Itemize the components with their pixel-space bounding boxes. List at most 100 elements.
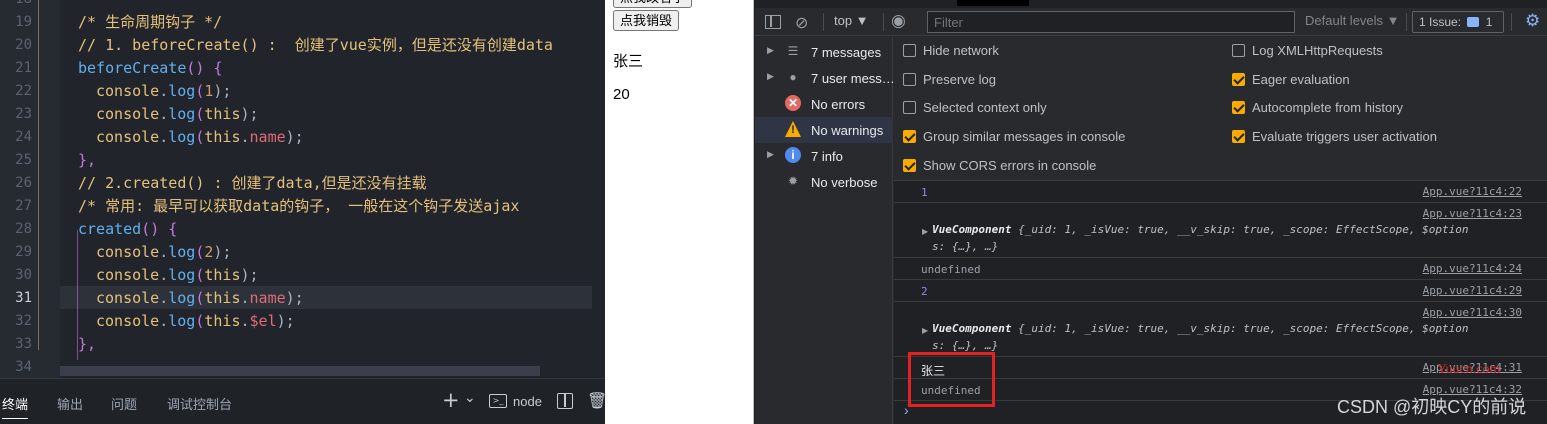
code-line[interactable]: console.log(this);	[96, 264, 259, 287]
issues-button[interactable]: 1 Issue: 1	[1412, 11, 1504, 33]
object-preview[interactable]: VueComponent {_uid: 1, _isVue: true, __v…	[932, 223, 1468, 236]
tab-terminal[interactable]: 终端	[2, 394, 29, 419]
code-line[interactable]: // 2.created() : 创建了data,但是还没有挂载	[78, 172, 427, 195]
code-line[interactable]: console.log(2);	[96, 241, 231, 264]
object-type: VueComponent	[932, 223, 1012, 236]
setting-label: Group similar messages in console	[923, 129, 1126, 145]
source-link[interactable]: App.vue?11c4:29	[1423, 284, 1522, 297]
code-line[interactable]: /* 生命周期钩子 */	[78, 11, 222, 34]
gear-icon[interactable]: ⚙	[1525, 11, 1540, 31]
setting-preserve-log[interactable]: Preserve log	[903, 72, 996, 87]
tab-problems[interactable]: 问题	[111, 394, 137, 413]
code-token: );	[213, 243, 232, 261]
tab-output[interactable]: 输出	[57, 394, 83, 413]
console-toolbar: ⊘ top ▼ ◉ Default levels ▼ 1 Issue: 1 ⚙	[755, 8, 1547, 36]
checkbox[interactable]	[903, 158, 916, 172]
code-line[interactable]: console.log(this.name);	[96, 126, 304, 149]
line-number: 29	[15, 244, 32, 260]
sidebar-item-user[interactable]: ▶ ● 7 user mess…	[755, 65, 895, 91]
code-token: .	[159, 128, 169, 146]
setting-selected-context-only[interactable]: Selected context only	[903, 100, 1047, 115]
filter-input[interactable]	[927, 11, 1295, 33]
code-token: console	[96, 128, 160, 146]
code-line[interactable]: console.log(this.$el);	[96, 310, 295, 333]
bug-icon: ✹	[787, 174, 799, 188]
line-number: 34	[15, 359, 32, 375]
setting-eager-evaluation[interactable]: Eager evaluation	[1232, 72, 1350, 87]
code-line[interactable]: console.log(this.name);	[96, 287, 304, 310]
horizontal-scrollbar[interactable]	[60, 366, 540, 376]
expand-arrow-icon[interactable]: ▶	[922, 227, 928, 236]
code-line[interactable]: created() {	[78, 218, 177, 241]
code-token: log	[168, 312, 196, 330]
code-area[interactable]: /* 生命周期钩子 */ // 1. beforeCreate() : 创建了vu…	[60, 0, 605, 378]
setting-group-similar-messages-in-console[interactable]: Group similar messages in console	[903, 129, 1125, 144]
code-token: name	[249, 289, 286, 307]
console-message[interactable]: App.vue?11c4:24 undefined	[894, 258, 1547, 280]
checkbox[interactable]	[903, 130, 916, 144]
chevron-down-icon[interactable]: ⌄	[464, 390, 476, 406]
console-message[interactable]: App.vue?11c4:22 1	[894, 181, 1547, 203]
code-line[interactable]: },	[78, 333, 96, 356]
console-message[interactable]: App.vue?11c4:29 2	[894, 280, 1547, 302]
setting-label: Preserve log	[923, 71, 996, 87]
code-token: log	[168, 82, 196, 100]
setting-evaluate-triggers-user-activation[interactable]: Evaluate triggers user activation	[1232, 129, 1437, 144]
code-line[interactable]: },	[78, 149, 96, 172]
checkbox[interactable]	[903, 72, 916, 86]
context-selector[interactable]: top ▼	[834, 13, 869, 28]
source-link[interactable]: App.vue?11c4:22	[1423, 185, 1522, 198]
checkbox[interactable]	[1232, 130, 1245, 144]
setting-label: Selected context only	[923, 100, 1047, 116]
checkbox[interactable]	[1232, 72, 1245, 86]
code-token: () {	[141, 220, 178, 238]
split-terminal-icon[interactable]	[557, 393, 573, 409]
code-token: $el	[249, 312, 277, 330]
code-token: },	[78, 151, 97, 169]
code-line[interactable]: beforeCreate() {	[78, 57, 223, 80]
checkbox[interactable]	[1232, 44, 1245, 57]
line-number: 21	[15, 60, 32, 76]
console-message[interactable]: App.vue?11c4:30 ▶ VueComponent {_uid: 1, _…	[894, 302, 1547, 357]
code-line[interactable]: /* 常用: 最早可以获取data的钩子， 一般在这个钩子发送ajax	[78, 195, 519, 218]
add-terminal-icon[interactable]: +	[442, 388, 460, 412]
destroy-button[interactable]: 点我销毁	[613, 10, 680, 31]
setting-label: Eager evaluation	[1252, 71, 1350, 87]
setting-show-cors-errors-in-console[interactable]: Show CORS errors in console	[903, 158, 1096, 173]
code-line[interactable]: console.log(1);	[96, 80, 231, 103]
checkbox[interactable]	[903, 101, 916, 115]
sidebar-item-list[interactable]: ▶ ☰ 7 messages	[755, 39, 893, 65]
tab-debug-console[interactable]: 调试控制台	[167, 394, 232, 413]
code-editor[interactable]: 18 19 20 21 22 23 24 25 26 27 28 29 30 31 32 33 34 /* 生命…	[0, 0, 605, 424]
console-message[interactable]: App.vue?11c4:23 ▶ VueComponent {_uid: 1, _…	[894, 203, 1547, 258]
setting-autocomplete-from-history[interactable]: Autocomplete from history	[1232, 100, 1403, 115]
sidebar-item-bug[interactable]: ✹ No verbose	[755, 169, 893, 195]
sidebar-item-warning[interactable]: ! No warnings	[755, 117, 893, 143]
log-levels-dropdown[interactable]: Default levels ▼	[1305, 13, 1400, 28]
rename-button[interactable]: 点我改名字	[613, 0, 693, 8]
eye-icon[interactable]: ◉	[891, 11, 906, 31]
code-line[interactable]: console.log(this);	[96, 103, 259, 126]
expand-arrow-icon[interactable]: ▶	[922, 326, 928, 335]
setting-label: Log XMLHttpRequests	[1252, 43, 1383, 58]
setting-hide-network[interactable]: Hide network	[903, 43, 999, 58]
line-number: 30	[15, 267, 32, 283]
sidebar-toggle-icon[interactable]	[765, 15, 781, 29]
checkbox[interactable]	[1232, 101, 1245, 115]
shell-name[interactable]: node	[513, 394, 542, 409]
expand-arrow-icon[interactable]: ▶	[767, 71, 774, 82]
line-number: 28	[15, 221, 32, 237]
sidebar-item-info[interactable]: ▶ i 7 info	[755, 143, 893, 169]
setting-log-xmlhttprequests[interactable]: Log XMLHttpRequests	[1232, 43, 1383, 58]
clear-console-icon[interactable]: ⊘	[795, 13, 808, 33]
checkbox[interactable]	[903, 44, 916, 57]
code-line[interactable]: // 1. beforeCreate() : 创建了vue实例，但是还没有创建d…	[78, 34, 553, 57]
site-watermark: Yuucn.com	[1437, 362, 1501, 377]
sidebar-item-error[interactable]: ✕ No errors	[755, 91, 893, 117]
source-link[interactable]: App.vue?11c4:30	[1423, 306, 1522, 319]
expand-arrow-icon[interactable]: ▶	[767, 45, 774, 56]
source-link[interactable]: App.vue?11c4:23	[1423, 207, 1522, 220]
expand-arrow-icon[interactable]: ▶	[767, 149, 774, 160]
object-preview[interactable]: VueComponent {_uid: 1, _isVue: true, __v…	[932, 322, 1468, 335]
source-link[interactable]: App.vue?11c4:24	[1423, 262, 1522, 275]
